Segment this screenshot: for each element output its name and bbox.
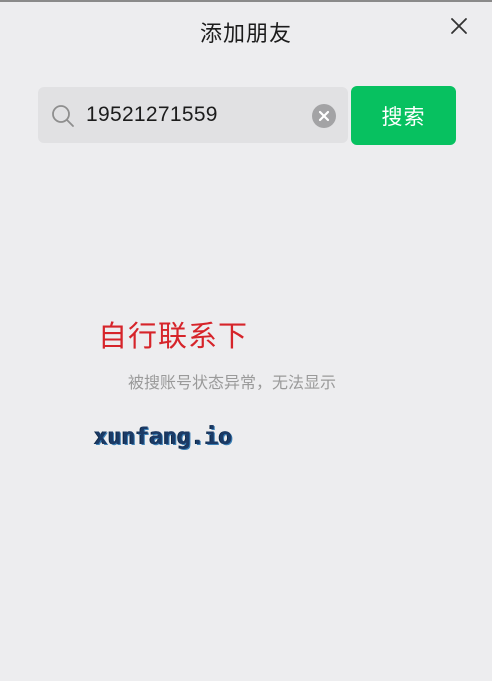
clear-search-button[interactable]	[312, 104, 336, 128]
site-watermark: xunfang.io	[94, 424, 233, 450]
search-box	[38, 87, 348, 143]
search-icon	[50, 103, 76, 129]
search-input[interactable]	[86, 99, 300, 131]
clear-icon	[312, 104, 336, 128]
window-top-border	[0, 0, 492, 2]
window-title: 添加朋友	[199, 22, 292, 47]
close-icon	[451, 18, 467, 34]
account-status-message: 被搜账号状态异常，无法显示	[128, 373, 337, 392]
contact-overlay-text: 自行联系下	[98, 319, 249, 353]
close-button[interactable]	[446, 13, 472, 39]
search-button[interactable]: 搜索	[351, 86, 456, 145]
